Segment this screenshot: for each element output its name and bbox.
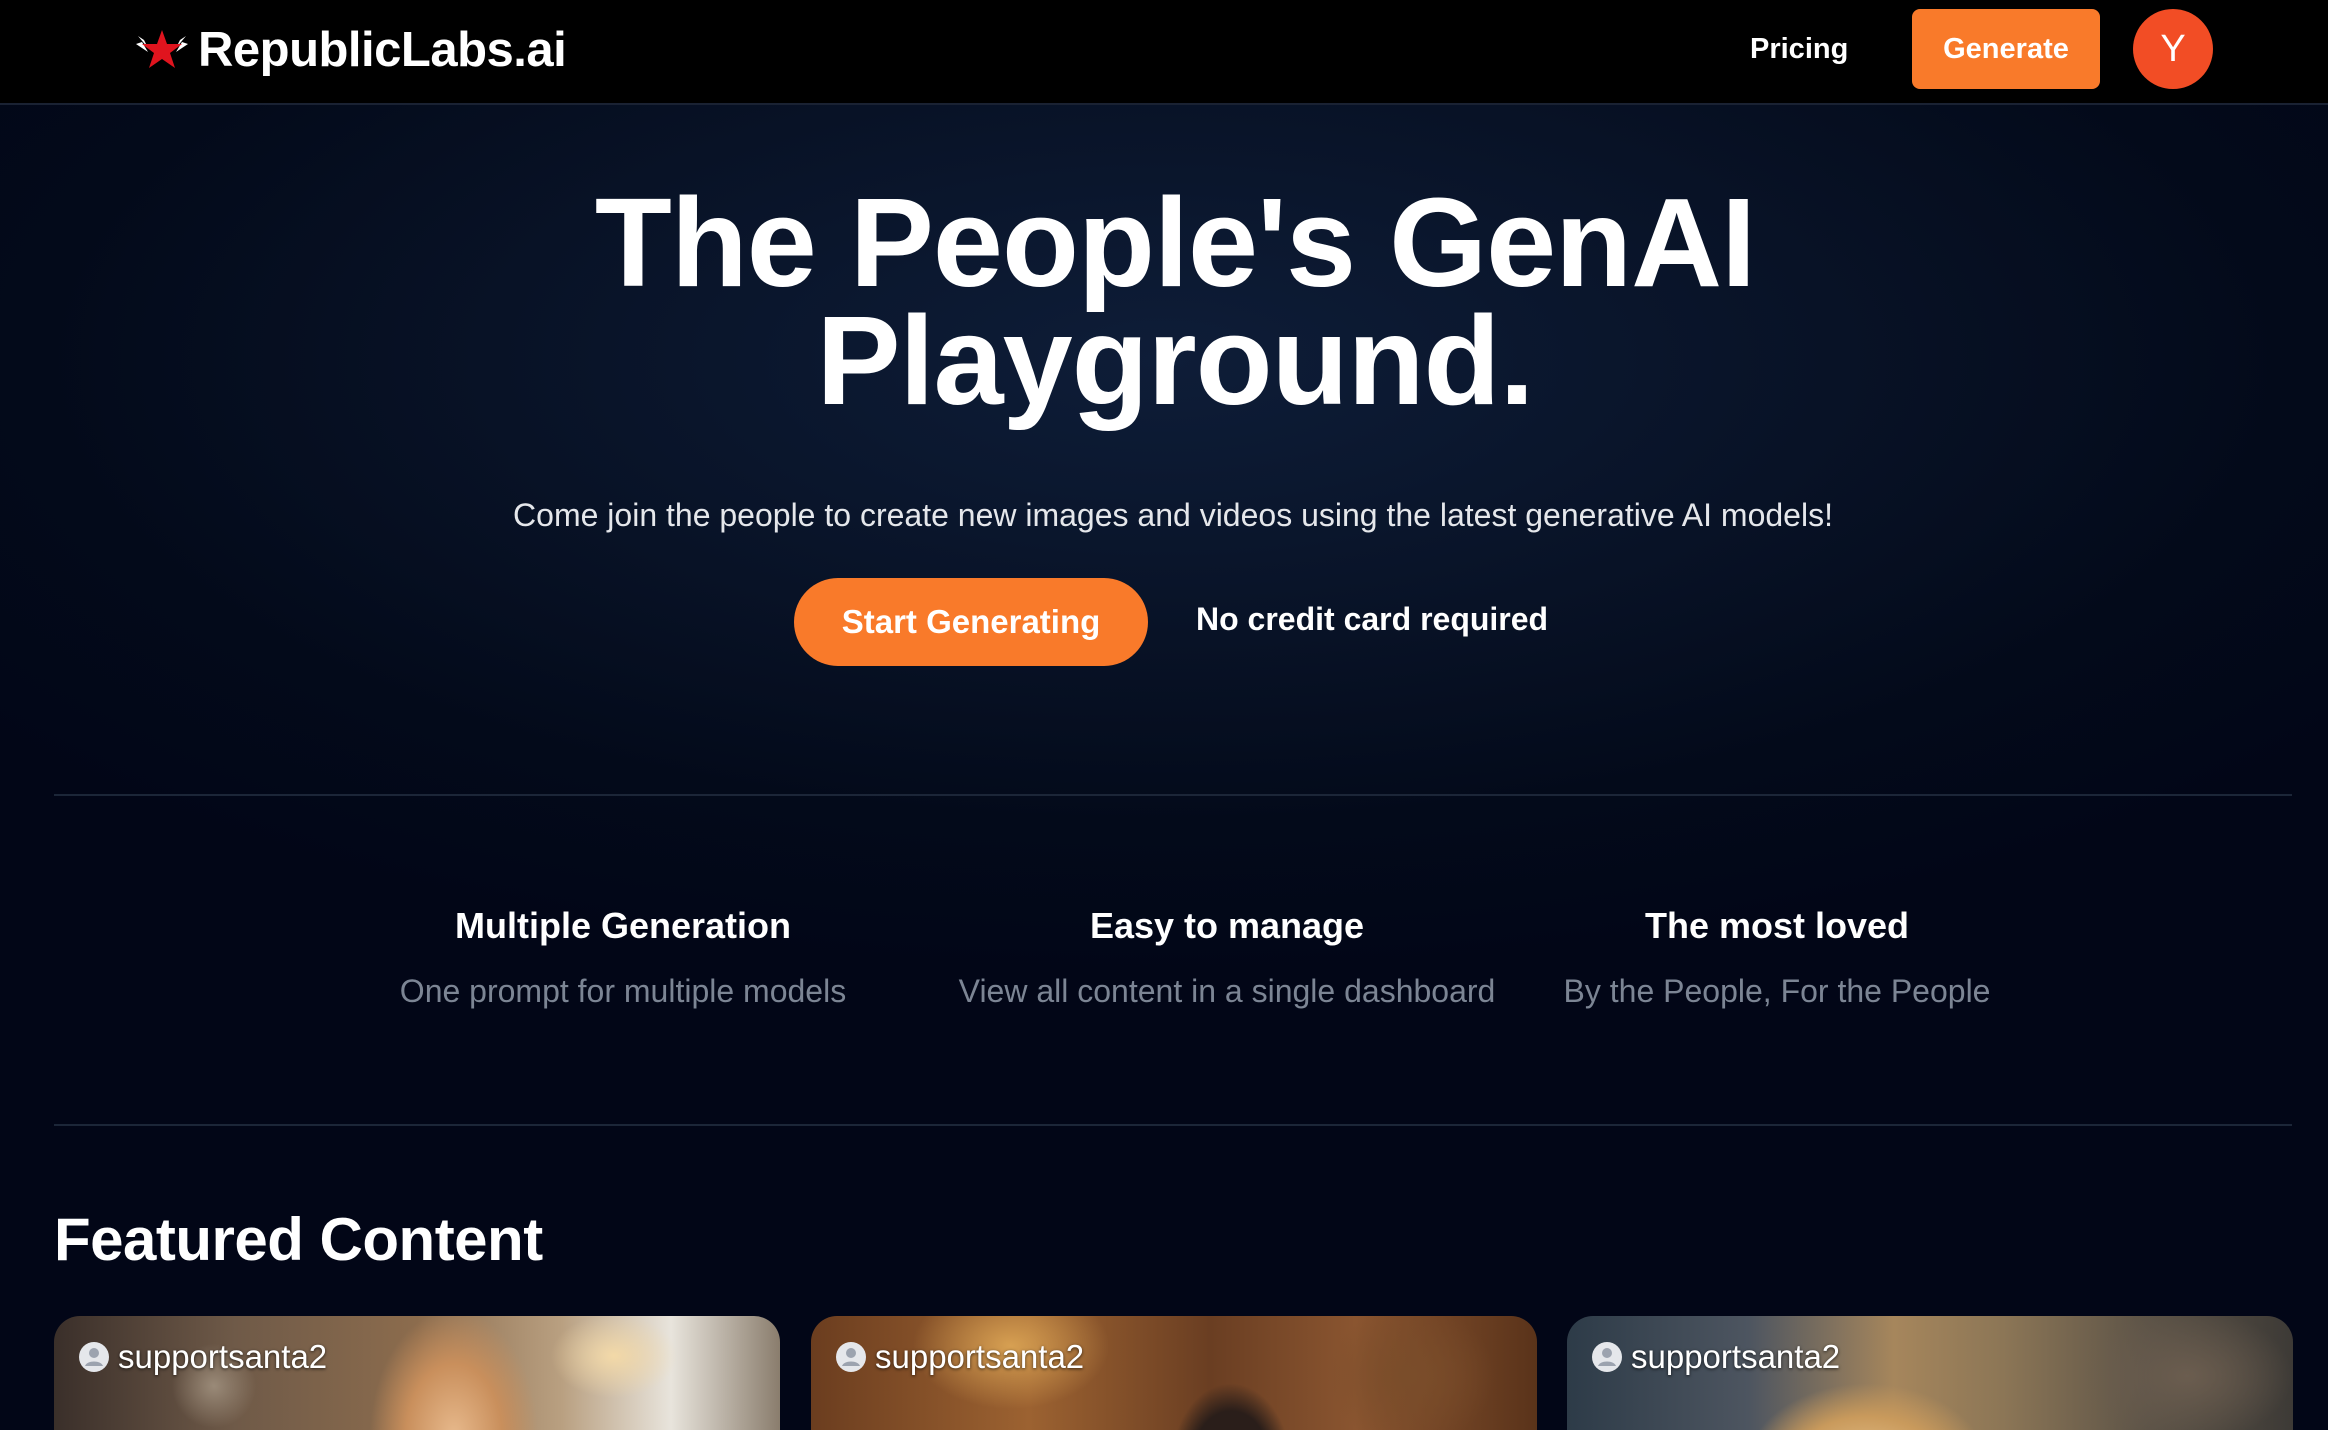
brand-name: RepublicLabs.ai — [198, 23, 567, 77]
featured-card[interactable]: supportsanta2 — [1567, 1316, 2293, 1430]
card-author-name: supportsanta2 — [118, 1338, 328, 1375]
feature-title: Multiple Generation — [454, 905, 792, 946]
user-circle-icon — [836, 1342, 866, 1372]
card-author-name: supportsanta2 — [875, 1338, 1085, 1375]
feature-description: One prompt for multiple models — [399, 973, 847, 1009]
generate-button[interactable]: Generate — [1912, 9, 2100, 89]
hero-subtitle: Come join the people to create new image… — [513, 497, 1833, 533]
user-circle-icon — [1592, 1342, 1622, 1372]
brand-logo[interactable]: RepublicLabs.ai — [134, 20, 567, 80]
feature-multiple-generation: Multiple Generation One prompt for multi… — [343, 900, 903, 1014]
nav-link-pricing[interactable]: Pricing — [1750, 28, 1848, 70]
card-author: supportsanta2 — [1591, 1338, 1840, 1376]
card-author-name: supportsanta2 — [1631, 1338, 1841, 1375]
feature-easy-to-manage: Easy to manage View all content in a sin… — [947, 900, 1507, 1014]
featured-content-heading: Featured Content — [54, 1206, 543, 1273]
featured-card[interactable]: supportsanta2 — [54, 1316, 780, 1430]
feature-description: By the People, For the People — [1563, 973, 1991, 1009]
section-divider — [54, 1124, 2292, 1126]
feature-title: The most loved — [1644, 905, 1910, 946]
user-avatar[interactable]: Y — [2133, 9, 2213, 89]
card-author: supportsanta2 — [78, 1338, 327, 1376]
user-circle-icon — [79, 1342, 109, 1372]
hero-title: The People's GenAI Playground. — [0, 180, 2328, 424]
feature-description: View all content in a single dashboard — [958, 973, 1496, 1009]
featured-card[interactable]: supportsanta2 — [811, 1316, 1537, 1430]
section-divider — [54, 794, 2292, 796]
top-navbar: RepublicLabs.ai Pricing Generate Y — [0, 0, 2328, 105]
no-credit-card-note: No credit card required — [1196, 601, 1549, 637]
hero-title-line-2: Playground. — [816, 290, 1534, 431]
feature-most-loved: The most loved By the People, For the Pe… — [1497, 900, 2057, 1014]
start-generating-button[interactable]: Start Generating — [794, 578, 1148, 666]
feature-title: Easy to manage — [1089, 905, 1365, 946]
card-author: supportsanta2 — [835, 1338, 1084, 1376]
red-star-logo-icon — [136, 30, 188, 68]
page: RepublicLabs.ai Pricing Generate Y The P… — [0, 0, 2328, 1430]
